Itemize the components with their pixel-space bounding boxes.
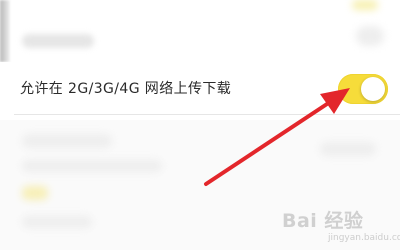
settings-screen: 允许在 2G/3G/4G 网络上传下载 Bai 经验 jingyan.baidu… [0, 0, 400, 250]
setting-label: 允许在 2G/3G/4G 网络上传下载 [20, 81, 232, 97]
blurred-label-lower-3 [22, 216, 92, 228]
left-edge-shadow [0, 0, 10, 62]
blurred-setting-row-top [0, 0, 400, 62]
blurred-toggle-top [352, 0, 378, 10]
blurred-control-lower [320, 142, 376, 156]
watermark-sub-text: jingyan.baidu.com [328, 233, 400, 243]
toggle-knob [361, 77, 385, 101]
divider-bottom [14, 114, 400, 115]
blurred-control-top [356, 26, 384, 46]
blurred-toggle-lower [22, 186, 48, 200]
mobile-network-transfer-toggle[interactable] [338, 74, 388, 104]
setting-row-mobile-network-transfer[interactable]: 允许在 2G/3G/4G 网络上传下载 [0, 62, 400, 114]
blurred-label-top [22, 34, 94, 48]
blurred-label-lower-2 [22, 160, 162, 172]
blurred-label-lower-1 [22, 134, 112, 148]
baidu-jingyan-watermark: Bai 经验 jingyan.baidu.com [282, 206, 400, 246]
watermark-main-text: Bai 经验 [282, 210, 364, 232]
